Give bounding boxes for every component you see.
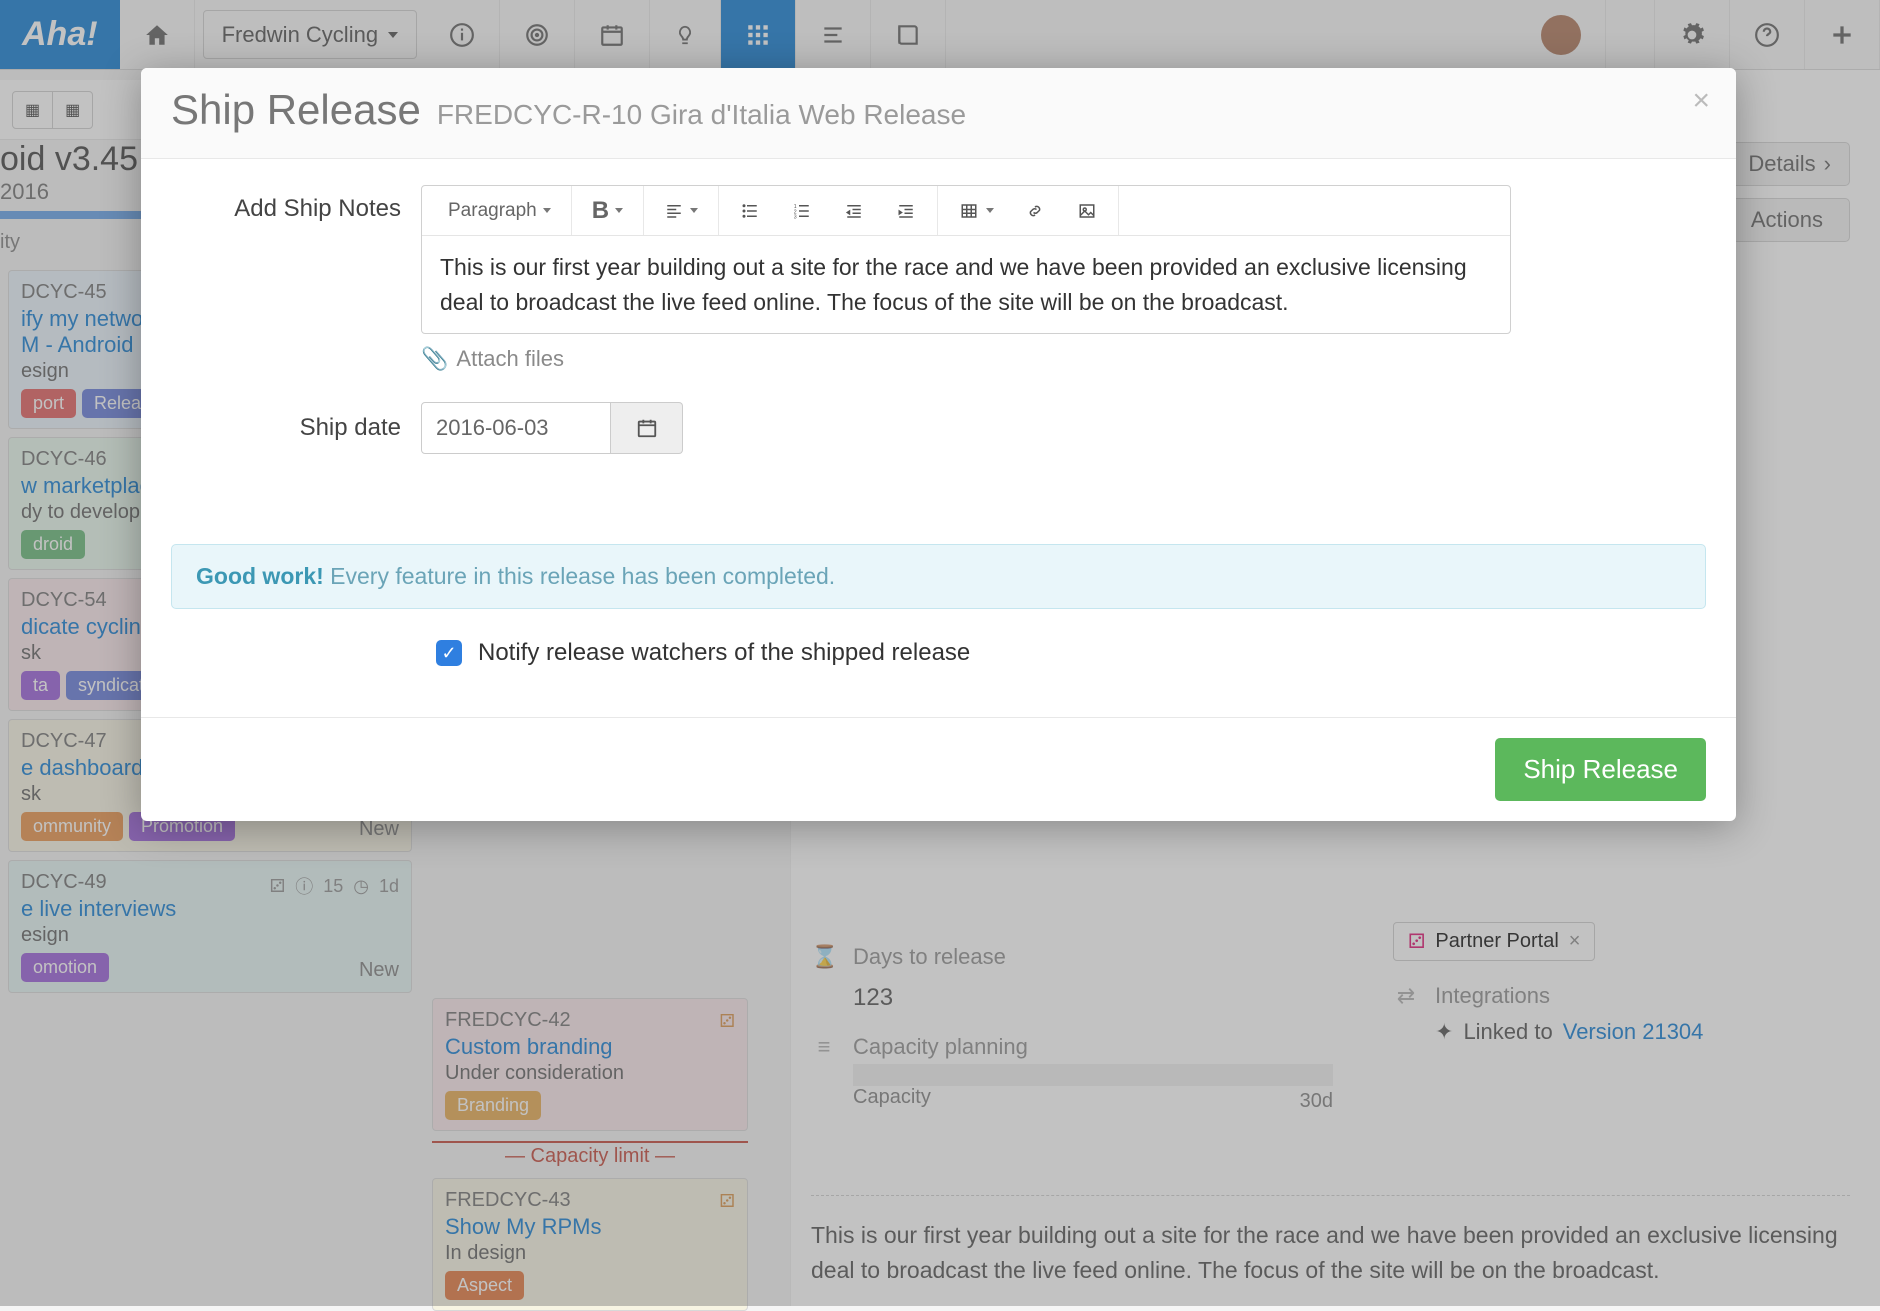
caret-down-icon [615,208,623,213]
ship-notes-label: Add Ship Notes [181,185,401,223]
indent-button[interactable] [885,196,927,226]
caret-down-icon [690,208,698,213]
attach-files-button[interactable]: 📎 Attach files [421,346,1696,372]
editor-toolbar: Paragraph B 123 [422,186,1510,236]
editor-textarea[interactable]: This is our first year building out a si… [422,236,1510,333]
ship-date-field[interactable] [421,402,611,454]
number-list-button[interactable]: 123 [781,196,823,226]
svg-text:3: 3 [794,214,797,220]
outdent-button[interactable] [833,196,875,226]
modal-title: Ship Release [171,86,421,134]
notify-checkbox[interactable]: ✓ [436,640,462,666]
paragraph-dropdown[interactable]: Paragraph [438,194,561,228]
notify-label: Notify release watchers of the shipped r… [478,639,970,667]
ship-date-label: Ship date [181,414,401,442]
table-button[interactable] [948,196,1004,226]
modal-subtitle: FREDCYC-R-10 Gira d'Italia Web Release [437,99,966,131]
align-button[interactable] [654,196,708,226]
success-alert: Good work! Every feature in this release… [171,544,1706,609]
image-button[interactable] [1066,196,1108,226]
modal-header: Ship Release FREDCYC-R-10 Gira d'Italia … [141,68,1736,159]
bullet-list-button[interactable] [729,196,771,226]
paperclip-icon: 📎 [421,346,448,372]
caret-down-icon [543,208,551,213]
caret-down-icon [986,208,994,213]
modal-body: Add Ship Notes Paragraph B [141,159,1736,534]
close-icon[interactable]: × [1692,84,1710,118]
rich-text-editor: Paragraph B 123 [421,185,1511,334]
ship-date-input-group [421,402,1696,454]
bold-button[interactable]: B [582,191,633,231]
modal-footer: Ship Release [141,717,1736,821]
notify-watchers-row[interactable]: ✓ Notify release watchers of the shipped… [436,639,1696,667]
link-button[interactable] [1014,196,1056,226]
calendar-picker-button[interactable] [611,402,683,454]
ship-release-modal: Ship Release FREDCYC-R-10 Gira d'Italia … [141,68,1736,821]
ship-release-button[interactable]: Ship Release [1495,738,1706,801]
